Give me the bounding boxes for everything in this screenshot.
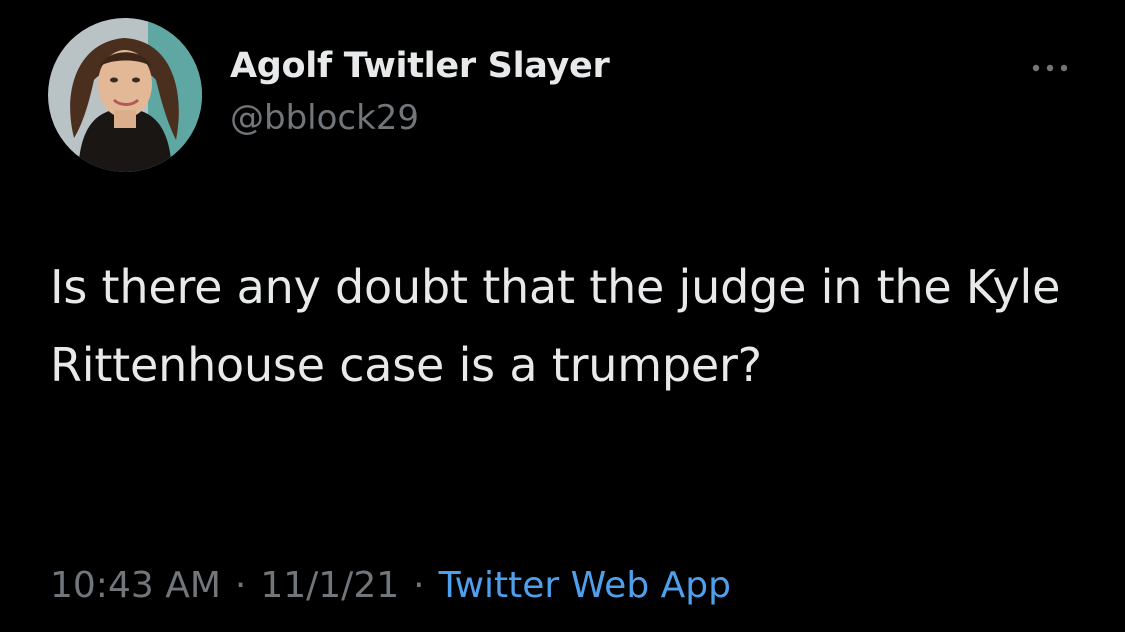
tweet-time[interactable]: 10:43 AM: [50, 565, 221, 606]
tweet-detail: Agolf Twitler Slayer @bblock29 Is there …: [0, 0, 1125, 632]
tweet-text: Is there any doubt that the judge in the…: [50, 260, 1061, 392]
profile-photo-icon: [48, 18, 202, 172]
tweet-date[interactable]: 11/1/21: [260, 565, 399, 606]
meta-separator: ·: [413, 565, 425, 606]
user-handle[interactable]: @bblock29: [230, 98, 609, 138]
author-block: Agolf Twitler Slayer @bblock29: [230, 44, 610, 138]
meta-separator: ·: [234, 565, 247, 606]
avatar[interactable]: [48, 18, 202, 172]
more-horizontal-icon: [1032, 64, 1068, 72]
display-name[interactable]: Agolf Twitler Slayer: [230, 44, 610, 88]
more-options-button[interactable]: [1025, 50, 1075, 86]
source-app-link[interactable]: Twitter Web App: [439, 565, 731, 606]
tweet-metadata: 10:43 AM · 11/1/21 · Twitter Web App: [50, 560, 731, 612]
